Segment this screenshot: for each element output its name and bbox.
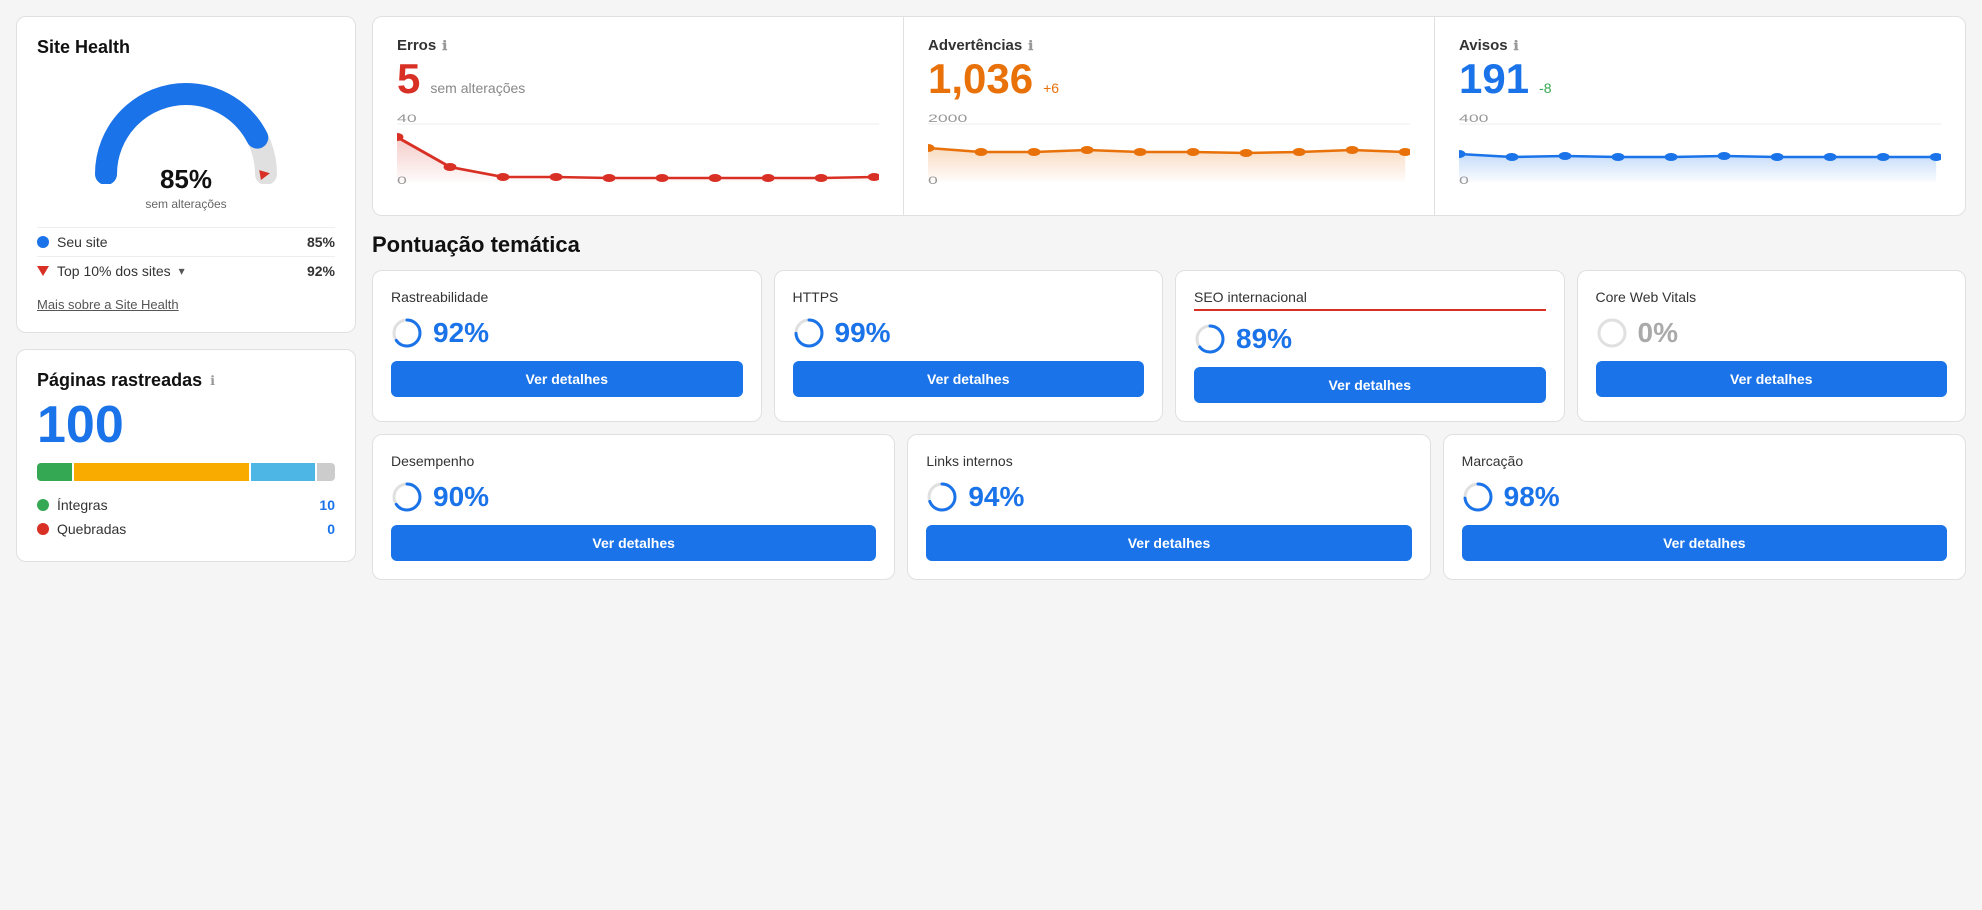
svg-text:400: 400	[1459, 113, 1488, 125]
pages-count: 100	[37, 399, 335, 451]
bar-gray	[317, 463, 335, 481]
metric-avisos-title: Avisos	[1459, 37, 1508, 54]
theme-score-marcacao: 98%	[1504, 481, 1560, 513]
theme-score-https: 99%	[835, 317, 891, 349]
tematic-title: Pontuação temática	[372, 232, 1966, 258]
chevron-icon: ▾	[179, 264, 185, 278]
legend-label-seu-site: Seu site	[57, 234, 108, 250]
circle-icon-links	[926, 481, 958, 513]
theme-score-rastreabilidade: 92%	[433, 317, 489, 349]
theme-title-cwv: Core Web Vitals	[1596, 289, 1948, 305]
legend-seu-site: Seu site 85%	[37, 227, 335, 256]
theme-card-links: Links internos 94% Ver detalhes	[907, 434, 1430, 580]
svg-text:0: 0	[928, 175, 938, 187]
metric-avisos: Avisos ℹ 191 -8	[1435, 17, 1965, 215]
theme-top-grid: Rastreabilidade 92% Ver detalhes HTTPS	[372, 270, 1966, 422]
theme-title-rastreabilidade: Rastreabilidade	[391, 289, 743, 305]
more-link[interactable]: Mais sobre a Site Health	[37, 297, 335, 312]
circle-icon-seo	[1194, 323, 1226, 355]
theme-card-cwv: Core Web Vitals 0% Ver detalhes	[1577, 270, 1967, 422]
bar-blue	[251, 463, 315, 481]
theme-card-https: HTTPS 99% Ver detalhes	[774, 270, 1164, 422]
metric-advertencias-value: 1,036	[928, 58, 1033, 100]
metric-erros-delta: sem alterações	[430, 80, 525, 96]
pages-title: Páginas rastreadas	[37, 370, 202, 391]
triangle-down-icon	[37, 266, 49, 276]
theme-bottom-grid: Desempenho 90% Ver detalhes Links intern…	[372, 434, 1966, 580]
legend-val-seu-site: 85%	[307, 234, 335, 250]
btn-https[interactable]: Ver detalhes	[793, 361, 1145, 397]
left-panel: Site Health 85% sem alterações	[16, 16, 356, 580]
pages-legend-integras: Íntegras 10	[37, 493, 335, 517]
circle-icon-cwv	[1596, 317, 1628, 349]
gauge-center: 85% sem alterações	[145, 164, 226, 211]
circle-icon-desempenho	[391, 481, 423, 513]
btn-cwv[interactable]: Ver detalhes	[1596, 361, 1948, 397]
metric-avisos-value: 191	[1459, 58, 1529, 100]
pages-legend-quebradas: Quebradas 0	[37, 517, 335, 541]
pages-val-integras: 10	[319, 497, 335, 513]
tematic-section: Pontuação temática Rastreabilidade 92% V…	[372, 232, 1966, 580]
pages-label-quebradas: Quebradas	[57, 521, 126, 537]
dot-blue-icon	[37, 236, 49, 248]
svg-text:40: 40	[397, 113, 417, 125]
erros-info-icon: ℹ	[442, 38, 447, 54]
gauge-sub: sem alterações	[145, 197, 226, 211]
erros-chart: 40 0	[397, 112, 879, 192]
theme-score-cwv: 0%	[1638, 317, 1678, 349]
avisos-chart: 400 0	[1459, 112, 1941, 192]
site-health-card: Site Health 85% sem alterações	[16, 16, 356, 333]
advertencias-chart: 2000 0	[928, 112, 1410, 192]
dot-red-icon	[37, 523, 49, 535]
btn-rastreabilidade[interactable]: Ver detalhes	[391, 361, 743, 397]
theme-score-links: 94%	[968, 481, 1024, 513]
theme-title-marcacao: Marcação	[1462, 453, 1947, 469]
btn-links[interactable]: Ver detalhes	[926, 525, 1411, 561]
pages-bar	[37, 463, 335, 481]
metric-erros-title: Erros	[397, 37, 436, 54]
circle-icon-rastreabilidade	[391, 317, 423, 349]
right-panel: Erros ℹ 5 sem alterações	[372, 16, 1966, 580]
advertencias-info-icon: ℹ	[1028, 38, 1033, 54]
theme-score-desempenho: 90%	[433, 481, 489, 513]
theme-title-https: HTTPS	[793, 289, 1145, 305]
svg-text:0: 0	[1459, 175, 1469, 187]
theme-card-seo: SEO internacional 89% Ver detalhes	[1175, 270, 1565, 422]
theme-card-marcacao: Marcação 98% Ver detalhes	[1443, 434, 1966, 580]
theme-card-rastreabilidade: Rastreabilidade 92% Ver detalhes	[372, 270, 762, 422]
metric-erros: Erros ℹ 5 sem alterações	[373, 17, 904, 215]
dot-green-icon	[37, 499, 49, 511]
theme-score-seo: 89%	[1236, 323, 1292, 355]
metric-erros-value: 5	[397, 58, 420, 100]
metric-advertencias-delta: +6	[1043, 80, 1059, 96]
bar-orange	[74, 463, 249, 481]
theme-title-seo: SEO internacional	[1194, 289, 1546, 311]
legend-label-top10: Top 10% dos sites	[57, 263, 171, 279]
avisos-info-icon: ℹ	[1514, 38, 1519, 54]
svg-text:0: 0	[397, 175, 407, 187]
theme-title-desempenho: Desempenho	[391, 453, 876, 469]
btn-marcacao[interactable]: Ver detalhes	[1462, 525, 1947, 561]
info-icon: ℹ	[210, 373, 215, 389]
site-health-title: Site Health	[37, 37, 335, 58]
legend-top10[interactable]: Top 10% dos sites ▾ 92%	[37, 256, 335, 285]
metric-avisos-delta: -8	[1539, 80, 1551, 96]
pages-label-integras: Íntegras	[57, 497, 108, 513]
gauge-percent: 85%	[145, 164, 226, 195]
metrics-row: Erros ℹ 5 sem alterações	[372, 16, 1966, 216]
legend-val-top10: 92%	[307, 263, 335, 279]
pages-card: Páginas rastreadas ℹ 100 Íntegras 10	[16, 349, 356, 562]
metric-advertencias: Advertências ℹ 1,036 +6	[904, 17, 1435, 215]
gauge-container: 85% sem alterações	[37, 74, 335, 211]
circle-icon-marcacao	[1462, 481, 1494, 513]
theme-title-links: Links internos	[926, 453, 1411, 469]
metric-advertencias-title: Advertências	[928, 37, 1022, 54]
theme-card-desempenho: Desempenho 90% Ver detalhes	[372, 434, 895, 580]
bar-green	[37, 463, 72, 481]
circle-icon-https	[793, 317, 825, 349]
pages-val-quebradas: 0	[327, 521, 335, 537]
btn-seo[interactable]: Ver detalhes	[1194, 367, 1546, 403]
btn-desempenho[interactable]: Ver detalhes	[391, 525, 876, 561]
svg-text:2000: 2000	[928, 113, 967, 125]
